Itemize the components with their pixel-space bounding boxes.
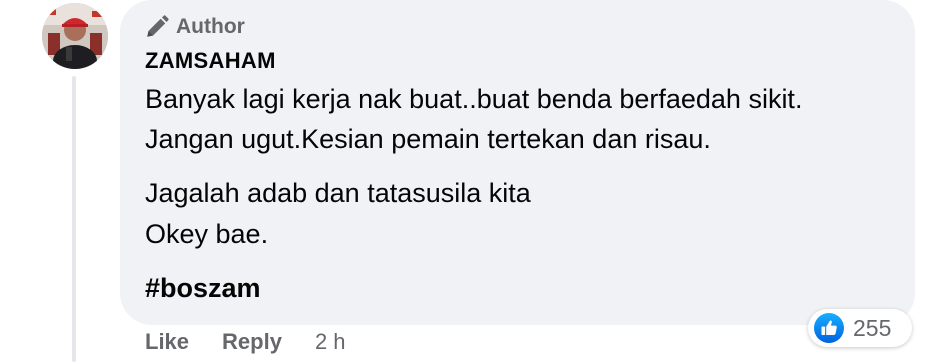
comment-author-name[interactable]: ZAMSAHAM: [145, 48, 276, 74]
reply-button[interactable]: Reply: [222, 329, 282, 355]
comment-timestamp[interactable]: 2 h: [315, 329, 346, 355]
comment-text-line: Jagalah adab dan tatasusila kita: [145, 178, 531, 208]
author-badge: Author: [144, 12, 245, 42]
author-badge-label: Author: [176, 15, 245, 38]
comment-container: Author ZAMSAHAM Banyak lagi kerja nak bu…: [0, 0, 934, 362]
comment-text-line: Banyak lagi kerja nak buat..buat benda b…: [145, 84, 803, 114]
profile-photo-avatar: [42, 3, 108, 69]
thumbs-up-icon: [814, 313, 844, 343]
reaction-count: 255: [853, 314, 892, 341]
pencil-author-icon: [147, 15, 169, 37]
avatar[interactable]: [42, 3, 108, 69]
reply-thread-line: [72, 76, 76, 362]
comment-actions: Like Reply 2 h: [145, 329, 346, 355]
reaction-summary[interactable]: 255: [808, 309, 912, 347]
like-button[interactable]: Like: [145, 329, 189, 355]
hashtag-link[interactable]: #boszam: [145, 273, 261, 304]
comment-text-line: Okey bae.: [145, 219, 269, 249]
comment-text-line: Jangan ugut.Kesian pemain tertekan dan r…: [145, 124, 711, 154]
